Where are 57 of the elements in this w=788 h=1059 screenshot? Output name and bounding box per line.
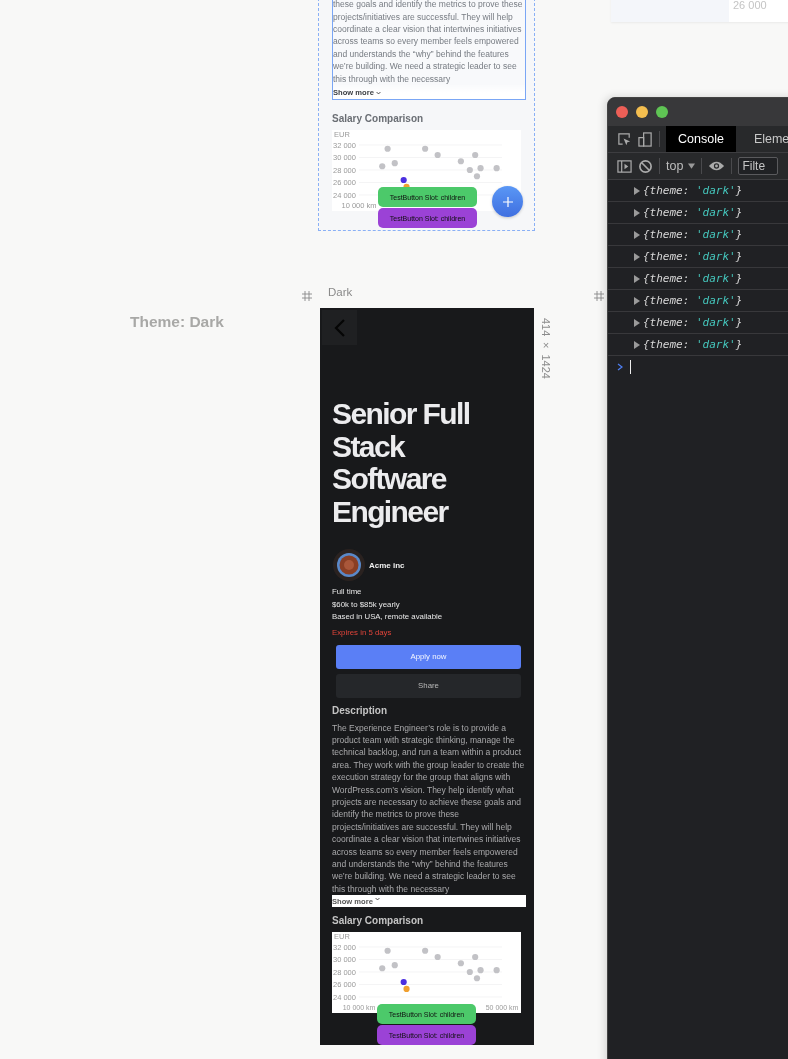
chevron-down-icon bbox=[374, 897, 380, 902]
minimize-button[interactable] bbox=[636, 106, 648, 118]
data-point bbox=[422, 145, 429, 152]
log-entry: {theme: 'dark'} bbox=[643, 294, 743, 307]
data-point bbox=[434, 151, 441, 159]
expand-triangle-icon[interactable] bbox=[634, 186, 640, 195]
expand-triangle-icon[interactable] bbox=[634, 252, 640, 261]
panel-tab[interactable]: Eleme bbox=[741, 126, 788, 152]
expand-triangle-icon[interactable] bbox=[634, 274, 640, 283]
sidebar-icon[interactable] bbox=[617, 158, 632, 174]
expand-triangle-icon[interactable] bbox=[634, 340, 640, 349]
eye-icon[interactable] bbox=[708, 160, 726, 172]
data-point bbox=[379, 163, 386, 170]
company-name: Acme inc bbox=[369, 560, 405, 570]
log-entry: {theme: 'dark'} bbox=[643, 206, 743, 219]
filter-field[interactable]: Filte bbox=[738, 157, 779, 175]
data-point bbox=[472, 151, 479, 159]
maximize-button[interactable] bbox=[656, 106, 668, 118]
log-entry: {theme: 'dark'} bbox=[643, 184, 743, 197]
expand-triangle-icon[interactable] bbox=[634, 296, 640, 305]
chevron-left-icon bbox=[333, 317, 346, 338]
description-text: The Experience Engineer’s role is to provide a product team with strategic thinking, manage the technical backlog, and run a team within a product area. They work with the group leader to create the execution strategy for the group that aligns with WordPress.com’s vision. They help identify what projects are necessary to achieve these goals and identify the metrics to prove these projects/initiatives are successful. They will help coordinate a clear vision that intertwines initiatives across teams so every member feels empowered and understands the “why” behind the features we’re building. We need a strategic leader to see this through with the necessary bbox=[332, 721, 526, 896]
section-heading: Description bbox=[332, 704, 388, 716]
device-icon[interactable] bbox=[638, 131, 653, 147]
log-entry: {theme: 'dark'} bbox=[643, 338, 743, 351]
log-entry: {theme: 'dark'} bbox=[643, 250, 743, 263]
panel-tab[interactable]: Console bbox=[666, 126, 736, 152]
data-point bbox=[457, 158, 464, 165]
expand-triangle-icon[interactable] bbox=[634, 208, 640, 217]
job-title: Senior Full Stack Software Engineer bbox=[331, 398, 471, 528]
caret-icon bbox=[688, 163, 696, 169]
inspect-icon[interactable] bbox=[617, 131, 632, 147]
company-logo bbox=[333, 549, 365, 581]
text-cursor bbox=[630, 360, 631, 374]
frame-icon bbox=[594, 291, 604, 301]
context-dropdown[interactable]: top bbox=[666, 159, 696, 173]
close-button[interactable] bbox=[616, 106, 628, 118]
description-text: these goals and identify the metrics to prove these projects/initiatives are successful. They will help coordinate a clear vision that intertwines initiatives across teams so every member feels empowered and understands the “why” behind the features we’re building. We need a strategic leader to see this through with the necessary bbox=[333, 0, 524, 85]
section-heading: Salary Comparison bbox=[332, 113, 425, 124]
prompt-chevron-icon bbox=[617, 363, 623, 371]
chevron-down-icon bbox=[375, 90, 381, 95]
frame-icon bbox=[302, 291, 312, 301]
log-entry: {theme: 'dark'} bbox=[643, 228, 743, 241]
expand-triangle-icon[interactable] bbox=[634, 230, 640, 239]
canvas-label: Theme: Dark bbox=[130, 313, 224, 331]
section-heading: Salary Comparison bbox=[332, 915, 425, 927]
data-point bbox=[384, 145, 391, 152]
frame-name: Dark bbox=[328, 286, 353, 298]
log-entry: {theme: 'dark'} bbox=[643, 316, 743, 329]
frame-size: 414 × 1424 bbox=[540, 318, 552, 379]
clear-icon[interactable] bbox=[638, 158, 653, 174]
log-entry: {theme: 'dark'} bbox=[643, 272, 743, 285]
data-point bbox=[493, 165, 500, 172]
data-point bbox=[391, 160, 398, 167]
plus-icon bbox=[501, 195, 514, 208]
add-button[interactable] bbox=[492, 186, 523, 217]
expand-triangle-icon[interactable] bbox=[634, 318, 640, 327]
